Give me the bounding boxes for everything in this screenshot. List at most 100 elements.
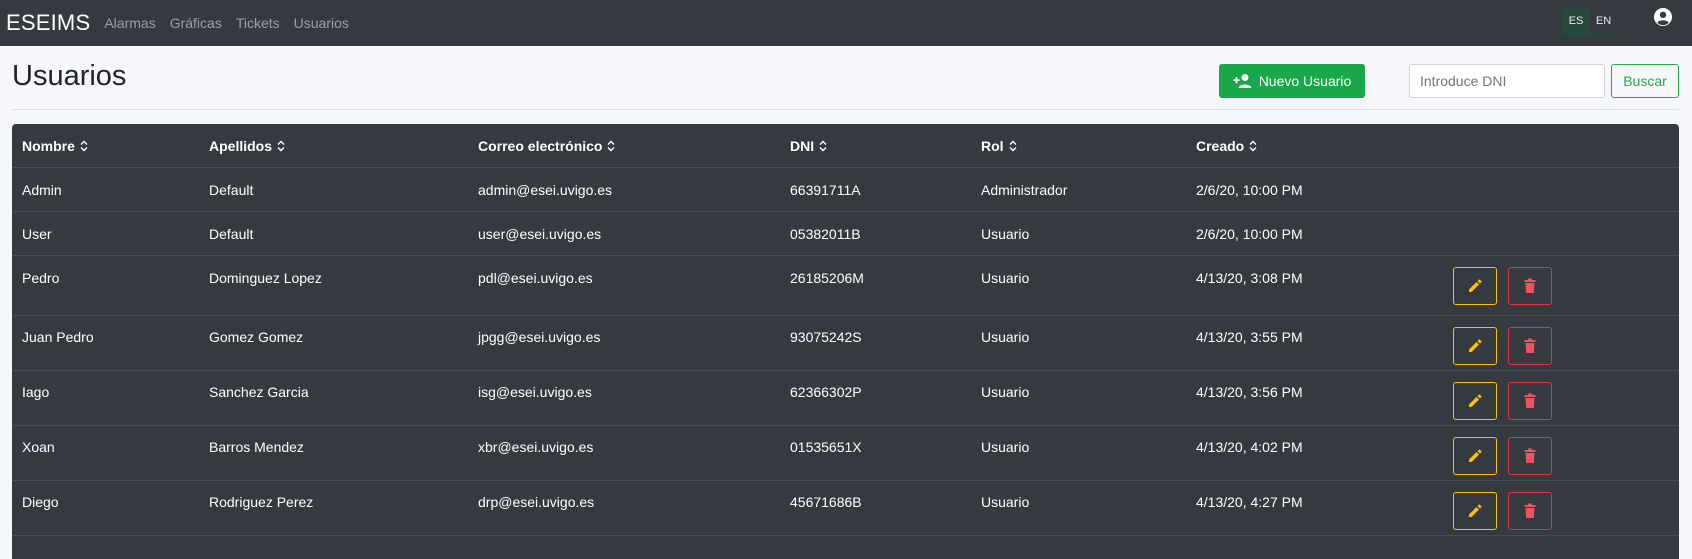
- cell-creado: 4/13/20, 3:56 PM: [1196, 384, 1303, 400]
- table-row: Xoan Barros Mendez xbr@esei.uvigo.es 015…: [12, 426, 1679, 481]
- user-circle-icon[interactable]: [1653, 7, 1673, 27]
- sort-icon: [80, 140, 88, 152]
- column-header-creado[interactable]: Creado: [1196, 138, 1257, 154]
- edit-user-button[interactable]: [1453, 382, 1497, 420]
- edit-user-button[interactable]: [1453, 267, 1497, 305]
- add-user-icon: [1233, 74, 1252, 88]
- trash-icon: [1524, 503, 1536, 518]
- cell-creado: 2/6/20, 10:00 PM: [1196, 182, 1303, 198]
- cell-nombre: Pedro: [22, 270, 60, 286]
- cell-correo: admin@esei.uvigo.es: [478, 182, 613, 198]
- cell-apellidos: Dominguez Lopez: [209, 270, 322, 286]
- table-row: Juan Pedro Gomez Gomez jpgg@esei.uvigo.e…: [12, 316, 1679, 371]
- table-row: Pedro Dominguez Lopez pdl@esei.uvigo.es …: [12, 256, 1679, 316]
- delete-user-button[interactable]: [1508, 437, 1552, 475]
- cell-apellidos: Default: [209, 182, 254, 198]
- cell-dni: 26185206M: [790, 270, 864, 286]
- cell-rol: Usuario: [981, 384, 1030, 400]
- cell-rol: Usuario: [981, 439, 1030, 455]
- cell-apellidos: Gomez Gomez: [209, 329, 304, 345]
- pencil-icon: [1469, 279, 1482, 292]
- nav-link-usuarios[interactable]: Usuarios: [294, 15, 349, 31]
- cell-correo: isg@esei.uvigo.es: [478, 384, 592, 400]
- cell-dni: 66391711A: [790, 182, 861, 198]
- cell-dni: 45671686B: [790, 494, 862, 510]
- cell-creado: 4/13/20, 4:27 PM: [1196, 494, 1303, 510]
- table-row: Admin Default admin@esei.uvigo.es 663917…: [12, 168, 1679, 212]
- edit-user-button[interactable]: [1453, 327, 1497, 365]
- users-table: Nombre Apellidos Correo electrónico DNI …: [12, 124, 1679, 559]
- trash-icon: [1524, 448, 1536, 463]
- cell-rol: Usuario: [981, 329, 1030, 345]
- nav-link-tickets[interactable]: Tickets: [236, 15, 280, 31]
- trash-icon: [1524, 338, 1536, 353]
- column-header-apellidos[interactable]: Apellidos: [209, 138, 285, 154]
- cell-correo: pdl@esei.uvigo.es: [478, 270, 593, 286]
- cell-creado: 4/13/20, 3:55 PM: [1196, 329, 1303, 345]
- cell-correo: user@esei.uvigo.es: [478, 226, 602, 242]
- sort-icon: [607, 140, 615, 152]
- lang-es-button[interactable]: ES: [1563, 8, 1590, 34]
- cell-dni: 05382011B: [790, 226, 861, 242]
- cell-creado: 4/13/20, 3:08 PM: [1196, 270, 1303, 286]
- cell-apellidos: Barros Mendez: [209, 439, 304, 455]
- nav-link-graficas[interactable]: Gráficas: [170, 15, 222, 31]
- delete-user-button[interactable]: [1508, 267, 1552, 305]
- cell-creado: 4/13/20, 4:02 PM: [1196, 439, 1303, 455]
- column-header-nombre[interactable]: Nombre: [22, 138, 88, 154]
- pencil-icon: [1469, 449, 1482, 462]
- cell-dni: 01535651X: [790, 439, 862, 455]
- cell-rol: Usuario: [981, 226, 1030, 242]
- delete-user-button[interactable]: [1508, 382, 1552, 420]
- brand-logo[interactable]: ESEIMS: [6, 10, 90, 36]
- language-switcher: ES EN: [1562, 7, 1618, 35]
- cell-correo: jpgg@esei.uvigo.es: [478, 329, 601, 345]
- delete-user-button[interactable]: [1508, 492, 1552, 530]
- pencil-icon: [1469, 394, 1482, 407]
- table-row: Iago Sanchez Garcia isg@esei.uvigo.es 62…: [12, 371, 1679, 426]
- sort-icon: [819, 140, 827, 152]
- pencil-icon: [1469, 339, 1482, 352]
- cell-nombre: Admin: [22, 182, 62, 198]
- cell-rol: Usuario: [981, 494, 1030, 510]
- column-header-correo[interactable]: Correo electrónico: [478, 138, 615, 154]
- cell-correo: drp@esei.uvigo.es: [478, 494, 595, 510]
- sort-icon: [1249, 140, 1257, 152]
- cell-creado: 2/6/20, 10:00 PM: [1196, 226, 1303, 242]
- table-header-row: Nombre Apellidos Correo electrónico DNI …: [12, 124, 1679, 168]
- table-row: User Default user@esei.uvigo.es 05382011…: [12, 212, 1679, 256]
- new-user-label: Nuevo Usuario: [1258, 73, 1352, 89]
- cell-apellidos: Sanchez Garcia: [209, 384, 309, 400]
- cell-nombre: Diego: [22, 494, 59, 510]
- cell-nombre: User: [22, 226, 52, 242]
- cell-dni: 93075242S: [790, 329, 862, 345]
- cell-nombre: Juan Pedro: [22, 329, 94, 345]
- new-user-button[interactable]: Nuevo Usuario: [1219, 64, 1365, 98]
- cell-nombre: Iago: [22, 384, 50, 400]
- dni-search-input[interactable]: [1409, 64, 1605, 98]
- cell-correo: xbr@esei.uvigo.es: [478, 439, 594, 455]
- cell-dni: 62366302P: [790, 384, 862, 400]
- lang-en-button[interactable]: EN: [1590, 8, 1617, 34]
- edit-user-button[interactable]: [1453, 492, 1497, 530]
- sort-icon: [277, 140, 285, 152]
- cell-rol: Administrador: [981, 182, 1068, 198]
- column-header-dni[interactable]: DNI: [790, 138, 827, 154]
- top-navbar: ESEIMS Alarmas Gráficas Tickets Usuarios…: [0, 0, 1692, 46]
- trash-icon: [1524, 278, 1536, 293]
- search-button[interactable]: Buscar: [1611, 64, 1679, 98]
- header-divider: [12, 109, 1679, 110]
- sort-icon: [1009, 140, 1017, 152]
- cell-apellidos: Rodriguez Perez: [209, 494, 314, 510]
- delete-user-button[interactable]: [1508, 327, 1552, 365]
- cell-rol: Usuario: [981, 270, 1030, 286]
- nav-link-alarmas[interactable]: Alarmas: [104, 15, 155, 31]
- table-row: Diego Rodriguez Perez drp@esei.uvigo.es …: [12, 481, 1679, 536]
- cell-apellidos: Default: [209, 226, 254, 242]
- column-header-rol[interactable]: Rol: [981, 138, 1017, 154]
- page-title: Usuarios: [12, 60, 127, 92]
- trash-icon: [1524, 393, 1536, 408]
- edit-user-button[interactable]: [1453, 437, 1497, 475]
- pencil-icon: [1469, 504, 1482, 517]
- cell-nombre: Xoan: [22, 439, 55, 455]
